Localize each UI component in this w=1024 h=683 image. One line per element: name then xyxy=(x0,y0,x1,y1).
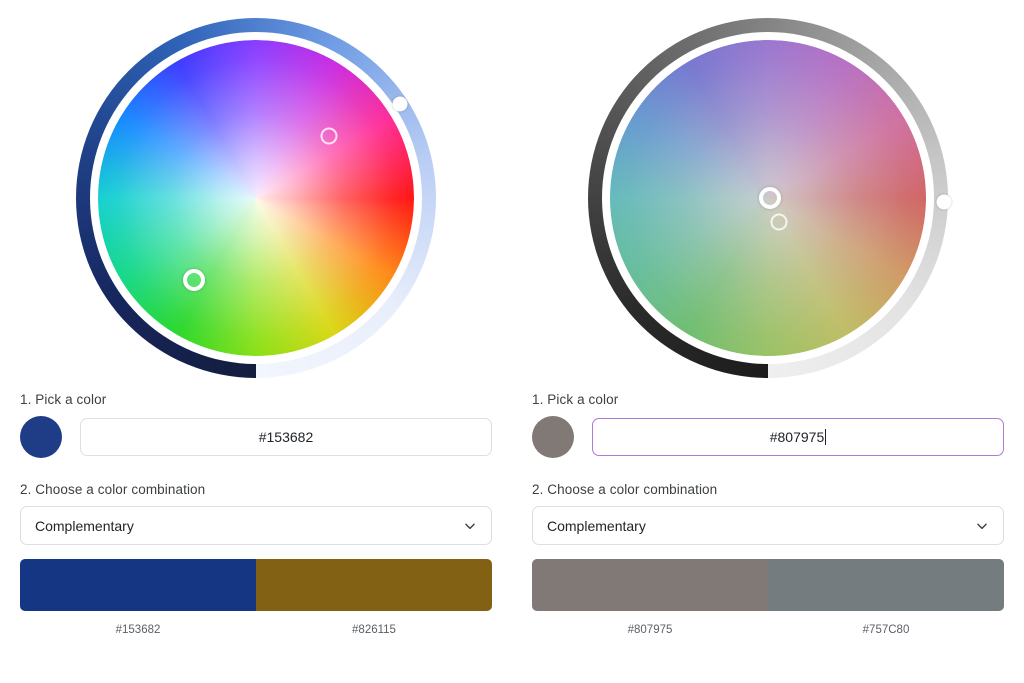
hex-input[interactable]: #807975 xyxy=(592,418,1004,456)
combination-select[interactable]: Complementary xyxy=(20,506,492,545)
text-caret xyxy=(825,429,827,445)
current-color-swatch[interactable] xyxy=(20,416,62,458)
controls-left: 1. Pick a color #153682 2. Choose a color … xyxy=(20,392,492,636)
wheel-marker-primary[interactable] xyxy=(758,187,781,209)
palette-swatch-label: #807975 xyxy=(627,624,673,636)
palette-swatch[interactable] xyxy=(256,559,492,611)
palette-swatch-label: #826115 xyxy=(352,624,396,636)
wheel-area-right xyxy=(512,0,1024,390)
color-wheel-blue[interactable] xyxy=(76,18,436,378)
pick-a-color-label: 1. Pick a color xyxy=(20,392,107,407)
wheel-marker-secondary[interactable] xyxy=(770,213,788,231)
palette-swatch[interactable] xyxy=(20,559,256,611)
hue-saturation-disc[interactable] xyxy=(98,40,414,356)
palette-swatch-label: #757C80 xyxy=(862,624,910,636)
pick-color-row: #153682 xyxy=(20,416,492,458)
palette-swatch-label: #153682 xyxy=(115,624,161,636)
saturation-gradient-layer xyxy=(98,40,414,356)
controls-right: 1. Pick a color #807975 2. Choose a color … xyxy=(532,392,1004,636)
combination-select-value: Complementary xyxy=(547,517,646,534)
hex-input-value: #807975 xyxy=(769,429,825,445)
combination-select-value: Complementary xyxy=(35,517,134,534)
ring-handle[interactable] xyxy=(392,96,408,112)
current-color-swatch[interactable] xyxy=(532,416,574,458)
color-wheel-grey[interactable] xyxy=(588,18,952,378)
palette-strip xyxy=(532,559,1004,611)
chevron-down-icon xyxy=(463,519,477,533)
choose-combination-label: 2. Choose a color combination xyxy=(20,482,206,497)
choose-combination-label: 2. Choose a color combination xyxy=(532,482,718,497)
ring-handle[interactable] xyxy=(936,194,952,210)
hex-input[interactable]: #153682 xyxy=(80,418,492,456)
combination-select[interactable]: Complementary xyxy=(532,506,1004,545)
chevron-down-icon xyxy=(975,519,989,533)
color-picker-panel-right: 1. Pick a color #807975 2. Choose a color … xyxy=(512,0,1024,683)
palette-labels: #807975 #757C80 xyxy=(532,624,1004,636)
pick-a-color-label: 1. Pick a color xyxy=(532,392,619,407)
wheel-area-left xyxy=(0,0,512,390)
color-picker-panel-left: 1. Pick a color #153682 2. Choose a color … xyxy=(0,0,512,683)
palette-labels: #153682 #826115 xyxy=(20,624,492,636)
hex-input-value: #153682 xyxy=(258,429,314,445)
color-combination-tool: 1. Pick a color #153682 2. Choose a color … xyxy=(0,0,1024,683)
palette-strip xyxy=(20,559,492,611)
wheel-marker-primary[interactable] xyxy=(183,269,206,292)
pick-color-row: #807975 xyxy=(532,416,1004,458)
wheel-marker-secondary[interactable] xyxy=(320,127,338,145)
palette-swatch[interactable] xyxy=(768,559,1004,611)
palette-swatch[interactable] xyxy=(532,559,768,611)
